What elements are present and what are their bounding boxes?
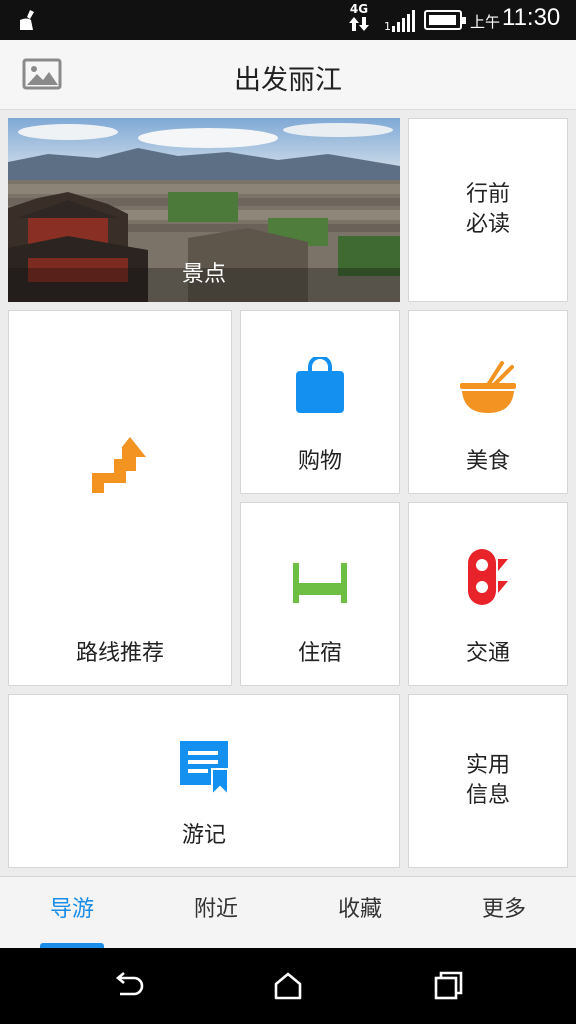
tab-label-more: 更多 [481,897,526,922]
tile-scenic-spots[interactable]: 景点 [8,118,400,302]
tile-label-before-trip: 行前 必读 [465,182,510,237]
home-icon[interactable] [272,970,304,1002]
bottom-tab-bar: 导游 附近 收藏 更多 [0,876,576,949]
system-nav-bar [0,948,576,1024]
battery-icon [424,10,466,30]
shopping-bag-icon [296,357,344,413]
signal-icon [392,10,415,32]
noodle-bowl-icon [460,361,516,413]
tab-guide[interactable]: 导游 [0,877,144,949]
broom-icon [20,10,34,30]
clock-am-pm: 上午 [470,13,501,31]
tile-practical-info[interactable]: 实用 信息 [408,694,568,868]
tile-lodging[interactable]: 住宿 [240,502,400,686]
header: 出发丽江 [0,40,576,110]
bed-icon [293,563,347,603]
notes-bookmark-icon [180,741,229,797]
tile-food[interactable]: 美食 [408,310,568,494]
recent-apps-icon[interactable] [432,970,464,1002]
tile-label-scenic: 景点 [181,262,226,287]
tile-before-trip[interactable]: 行前 必读 [408,118,568,302]
tab-more[interactable]: 更多 [432,877,576,949]
tile-label-food: 美食 [465,449,510,474]
tab-label-guide: 导游 [49,897,94,922]
traffic-light-icon [468,549,508,605]
network-indicator: 4G [346,2,372,38]
back-icon[interactable] [112,970,144,1002]
network-type: 4G [349,2,369,16]
tile-travelogue[interactable]: 游记 [8,694,400,868]
tile-label-shopping: 购物 [297,449,342,474]
tile-shopping[interactable]: 购物 [240,310,400,494]
tile-label-route: 路线推荐 [75,641,164,666]
route-arrow-icon [92,437,146,493]
tile-label-travelogue: 游记 [181,823,226,848]
tile-label-lodging: 住宿 [297,641,342,666]
page-title: 出发丽江 [234,65,342,96]
tile-transport[interactable]: 交通 [408,502,568,686]
tile-route-recommend[interactable]: 路线推荐 [8,310,232,686]
tile-label-practical: 实用 信息 [465,753,510,808]
tab-label-nearby: 附近 [193,897,238,922]
tab-nearby[interactable]: 附近 [144,877,288,949]
tab-label-favorites: 收藏 [337,897,382,922]
status-bar: 4G 1 上午 11:30 [0,0,576,40]
tile-label-transport: 交通 [465,641,510,666]
network-arrows-icon [349,17,369,31]
clock-time: 11:30 [502,4,561,31]
tab-favorites[interactable]: 收藏 [288,877,432,949]
